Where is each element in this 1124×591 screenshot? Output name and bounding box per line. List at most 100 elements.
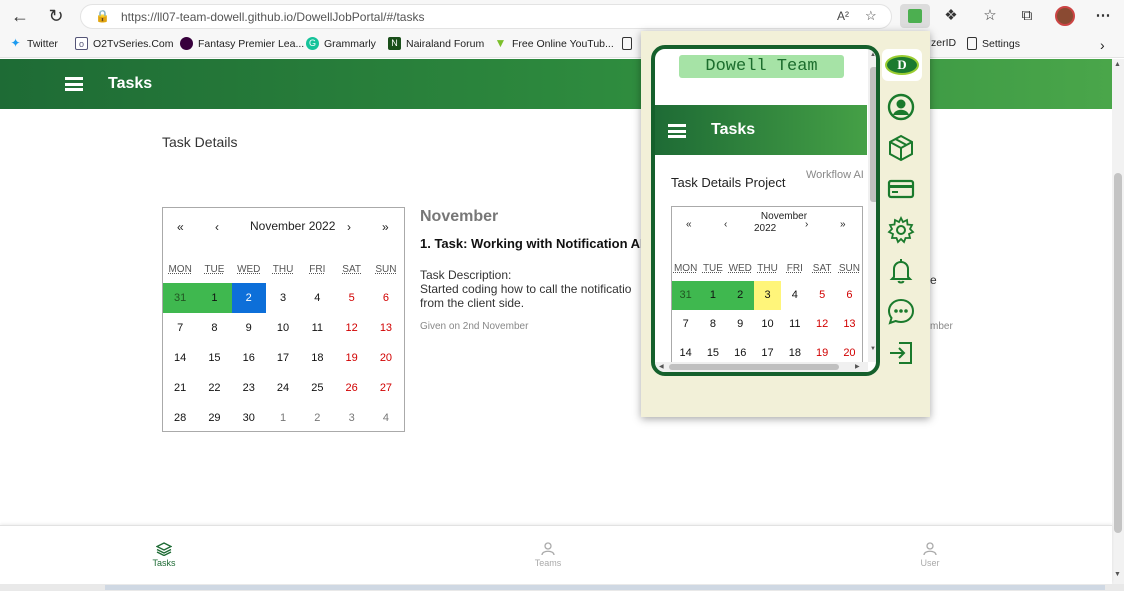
next-month-button[interactable]: › bbox=[347, 220, 351, 234]
scrollbar-thumb[interactable] bbox=[669, 364, 839, 370]
collections-icon[interactable]: ⧉ bbox=[1017, 6, 1037, 26]
calendar-day[interactable]: 5 bbox=[335, 283, 369, 313]
popup-hscrollbar[interactable]: ◀ ▶ bbox=[655, 362, 868, 372]
calendar-day[interactable]: 14 bbox=[163, 343, 197, 373]
bookmark-fpl[interactable]: Fantasy Premier Lea... bbox=[180, 37, 304, 50]
scrollbar-thumb[interactable] bbox=[105, 585, 1105, 590]
bookmark-twitter[interactable]: ✦ Twitter bbox=[9, 37, 57, 50]
calendar-day[interactable]: 1 bbox=[266, 403, 300, 433]
logout-icon[interactable] bbox=[886, 338, 916, 368]
calendar-day[interactable]: 3 bbox=[266, 283, 300, 313]
favorites-icon[interactable]: ☆ bbox=[980, 6, 1000, 26]
calendar-day[interactable]: 9 bbox=[727, 310, 754, 339]
calendar-day[interactable]: 1 bbox=[197, 283, 232, 313]
calendar-day[interactable]: 18 bbox=[300, 343, 334, 373]
profile-avatar[interactable] bbox=[1055, 6, 1075, 26]
profile-icon[interactable] bbox=[886, 92, 916, 122]
more-menu-icon[interactable]: ⋯ bbox=[1093, 6, 1113, 26]
dowell-logo[interactable]: D bbox=[882, 49, 922, 81]
calendar-day[interactable]: 20 bbox=[369, 343, 403, 373]
bell-icon[interactable] bbox=[886, 256, 916, 286]
calendar-day[interactable]: 29 bbox=[197, 403, 231, 433]
scroll-left-icon[interactable]: ◀ bbox=[659, 363, 664, 370]
calendar-day[interactable]: 19 bbox=[335, 343, 369, 373]
bookmark-partial[interactable]: zerID bbox=[931, 37, 956, 49]
calendar-day[interactable]: 24 bbox=[266, 373, 300, 403]
prev-year-button[interactable]: « bbox=[686, 219, 692, 230]
calendar-day[interactable]: 3 bbox=[335, 403, 369, 433]
nav-tasks[interactable]: Tasks bbox=[134, 542, 194, 568]
card-icon[interactable] bbox=[886, 174, 916, 204]
calendar-day[interactable]: 16 bbox=[232, 343, 266, 373]
calendar-day[interactable]: 2 bbox=[231, 283, 266, 313]
bookmark-youtube[interactable]: ▼ Free Online YouTub... bbox=[494, 37, 614, 50]
back-icon[interactable]: ← bbox=[8, 5, 32, 27]
calendar-day[interactable]: 26 bbox=[335, 373, 369, 403]
gear-icon[interactable] bbox=[886, 215, 916, 245]
next-year-button[interactable]: » bbox=[382, 220, 389, 234]
calendar-day[interactable]: 12 bbox=[809, 310, 836, 339]
chevron-right-icon[interactable]: › bbox=[1100, 37, 1105, 53]
bookmark-page[interactable] bbox=[622, 37, 632, 50]
calendar-day[interactable]: 6 bbox=[836, 281, 863, 310]
calendar-day[interactable]: 4 bbox=[781, 281, 808, 310]
calendar-day[interactable]: 31 bbox=[163, 283, 198, 313]
calendar-day[interactable]: 5 bbox=[809, 281, 836, 310]
calendar-day[interactable]: 17 bbox=[266, 343, 300, 373]
tab-project[interactable]: Project bbox=[745, 175, 785, 190]
calendar-day[interactable]: 30 bbox=[232, 403, 266, 433]
calendar-day[interactable]: 25 bbox=[300, 373, 334, 403]
scroll-up-icon[interactable]: ▲ bbox=[1114, 61, 1121, 68]
calendar-day[interactable]: 3 bbox=[753, 281, 782, 310]
calendar-day[interactable]: 27 bbox=[369, 373, 403, 403]
extension-button[interactable] bbox=[900, 4, 930, 28]
next-month-button[interactable]: › bbox=[805, 219, 808, 230]
horizontal-scrollbar[interactable] bbox=[0, 584, 1124, 591]
package-icon[interactable] bbox=[886, 133, 916, 163]
calendar-day[interactable]: 13 bbox=[369, 313, 403, 343]
tab-workflow-ai[interactable]: Workflow AI bbox=[806, 169, 866, 182]
scroll-right-icon[interactable]: ▶ bbox=[855, 363, 860, 370]
calendar-day[interactable]: 11 bbox=[781, 310, 808, 339]
calendar-day[interactable]: 8 bbox=[699, 310, 726, 339]
scrollbar-thumb[interactable] bbox=[1114, 173, 1122, 533]
next-year-button[interactable]: » bbox=[840, 219, 846, 230]
scroll-up-icon[interactable]: ▲ bbox=[870, 52, 876, 58]
extensions-icon[interactable]: ❖ bbox=[941, 6, 961, 26]
chat-icon[interactable] bbox=[886, 297, 916, 327]
bookmark-settings[interactable]: Settings bbox=[967, 37, 1020, 50]
nav-user[interactable]: User bbox=[900, 542, 960, 568]
calendar-day[interactable]: 21 bbox=[163, 373, 197, 403]
calendar-day[interactable]: 15 bbox=[197, 343, 231, 373]
scroll-down-icon[interactable]: ▼ bbox=[1114, 571, 1121, 578]
scroll-down-icon[interactable]: ▼ bbox=[870, 346, 876, 352]
calendar-day[interactable]: 9 bbox=[232, 313, 266, 343]
calendar-day[interactable]: 10 bbox=[266, 313, 300, 343]
read-aloud-icon[interactable]: A² bbox=[837, 9, 849, 23]
calendar-day[interactable]: 7 bbox=[163, 313, 197, 343]
nav-teams[interactable]: Teams bbox=[518, 542, 578, 568]
prev-month-button[interactable]: ‹ bbox=[215, 220, 219, 234]
calendar-day[interactable]: 8 bbox=[197, 313, 231, 343]
calendar-day[interactable]: 1 bbox=[699, 281, 727, 310]
bookmark-grammarly[interactable]: G Grammarly bbox=[306, 37, 376, 50]
bookmark-nairaland[interactable]: N Nairaland Forum bbox=[388, 37, 484, 50]
calendar-day[interactable]: 23 bbox=[232, 373, 266, 403]
calendar-day[interactable]: 12 bbox=[335, 313, 369, 343]
calendar-day[interactable]: 31 bbox=[672, 281, 700, 310]
favorite-add-icon[interactable]: ☆ bbox=[865, 8, 877, 24]
tab-task-details[interactable]: Task Details bbox=[671, 175, 741, 190]
calendar-day[interactable]: 7 bbox=[672, 310, 699, 339]
address-bar[interactable]: 🔒 https://ll07-team-dowell.github.io/Dow… bbox=[80, 4, 892, 29]
calendar-day[interactable]: 11 bbox=[300, 313, 334, 343]
calendar-day[interactable]: 4 bbox=[300, 283, 334, 313]
page-scrollbar[interactable]: ▲ ▼ bbox=[1112, 59, 1124, 584]
menu-icon[interactable] bbox=[668, 124, 686, 138]
calendar-day[interactable]: 2 bbox=[726, 281, 754, 310]
month-year-label[interactable]: November 2022 bbox=[250, 219, 335, 233]
calendar-day[interactable]: 28 bbox=[163, 403, 197, 433]
bookmark-o2tv[interactable]: o O2TvSeries.Com bbox=[75, 37, 174, 50]
popup-scrollbar[interactable]: ▲ ▼ bbox=[868, 49, 876, 362]
prev-month-button[interactable]: ‹ bbox=[724, 219, 727, 230]
calendar-day[interactable]: 10 bbox=[754, 310, 781, 339]
